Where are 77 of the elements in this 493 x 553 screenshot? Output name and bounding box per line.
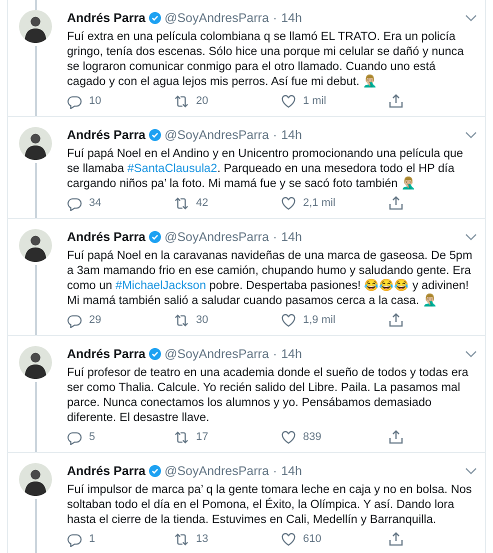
reply-icon[interactable] xyxy=(67,430,82,444)
caret-icon[interactable] xyxy=(465,233,477,241)
timestamp[interactable]: 14h xyxy=(281,128,302,142)
reply-icon[interactable] xyxy=(67,312,82,328)
reply-count: 29 xyxy=(89,314,102,326)
author-handle[interactable]: @SoyAndresParra xyxy=(164,128,269,142)
separator: · xyxy=(272,347,278,361)
author-handle[interactable]: @SoyAndresParra xyxy=(164,230,269,244)
thread-line xyxy=(34,163,36,218)
hashtag-link[interactable]: #SantaClausula2 xyxy=(127,161,218,175)
separator: · xyxy=(272,11,278,25)
like-count: 2,1 mil xyxy=(303,197,336,209)
thread-line xyxy=(34,382,36,452)
timestamp[interactable]: 14h xyxy=(281,11,302,25)
thread-line xyxy=(34,265,36,335)
heart-icon[interactable] xyxy=(281,196,296,210)
retweet-count: 30 xyxy=(196,314,208,326)
heart-icon[interactable] xyxy=(281,532,296,546)
share-icon[interactable] xyxy=(388,93,404,109)
tweet-text: Fuí extra en una película colombiana q se llamó EL TRATO. Era un policía gringo, tenía dos escenas. Sólo hice una porque mi celular se dañó y nunca se lograron comunicar conmigo para el otro llamado. Cuando uno está cagado y con el agua lejos mis perros. Así fue mi debut. 🤦🏼‍♂ xyxy=(67,29,465,89)
caret-icon[interactable] xyxy=(465,14,477,22)
retweet-count: 13 xyxy=(196,533,208,545)
separator: · xyxy=(272,128,278,142)
like-count: 839 xyxy=(303,431,322,443)
retweet-icon[interactable] xyxy=(174,430,189,444)
reply-icon[interactable] xyxy=(67,532,82,546)
retweet-count: 42 xyxy=(196,197,208,209)
author-handle[interactable]: @SoyAndresParra xyxy=(164,347,269,361)
avatar[interactable] xyxy=(19,10,52,43)
heart-icon[interactable] xyxy=(281,94,296,108)
reply-count: 34 xyxy=(89,197,102,209)
like-count: 1 mil xyxy=(303,95,326,107)
author-name[interactable]: Andrés Parra xyxy=(67,230,146,244)
reply-count: 10 xyxy=(89,95,102,107)
separator: · xyxy=(272,230,278,244)
retweet-count: 17 xyxy=(196,431,208,443)
share-icon[interactable] xyxy=(388,531,404,547)
retweet-icon[interactable] xyxy=(174,94,189,108)
caret-icon[interactable] xyxy=(465,131,477,139)
caret-icon[interactable] xyxy=(465,467,477,475)
avatar[interactable] xyxy=(19,229,52,262)
author-name[interactable]: Andrés Parra xyxy=(67,11,146,25)
reply-count: 1 xyxy=(89,533,96,545)
tweet-text: Fuí profesor de teatro en una academia donde el sueño de todos y todas era ser como Thalia. Calcule. Yo recién salido del Libre. Paila. La pasamos mal parce. Nunca conectamos los alumnos y yo. Pensábamos demasiado diferente. El desastre llave. xyxy=(67,365,470,425)
timestamp[interactable]: 14h xyxy=(281,347,302,361)
thread-line xyxy=(34,46,36,116)
separator: · xyxy=(272,464,278,478)
caret-icon[interactable] xyxy=(465,350,477,358)
reply-icon[interactable] xyxy=(67,94,82,108)
timestamp[interactable]: 14h xyxy=(281,230,302,244)
reply-icon[interactable] xyxy=(67,196,82,210)
heart-icon[interactable] xyxy=(281,312,296,328)
retweet-icon[interactable] xyxy=(174,196,189,210)
avatar[interactable] xyxy=(19,463,52,496)
timestamp[interactable]: 14h xyxy=(281,464,302,478)
author-name[interactable]: Andrés Parra xyxy=(67,128,146,142)
author-name[interactable]: Andrés Parra xyxy=(67,347,146,361)
reply-count: 5 xyxy=(89,431,96,443)
author-handle[interactable]: @SoyAndresParra xyxy=(164,464,269,478)
avatar[interactable] xyxy=(19,346,52,379)
avatar[interactable] xyxy=(19,127,52,160)
tweet-text: Fuí impulsor de marca pa’ q la gente tomara leche en caja y no en bolsa. Nos soltaban todo el día en el Pomona, el Éxito, la Olímpica. Y así. Dando lora hasta el cierre de la tienda. Estuvimes en Cali, Medellín y Barranquilla. xyxy=(67,482,473,527)
hashtag-link[interactable]: #MichaelJackson xyxy=(116,278,206,292)
tweet-text: Fuí papá Noel en el Andino y en Unicentro promocionando una película que se llamaba #SantaClausula2. Parqueado en una mesedora todo el HP día cargando niños pa’ la foto. Mi mamá fue y se sacó foto también 🤦🏼‍♂ xyxy=(67,146,464,191)
author-handle[interactable]: @SoyAndresParra xyxy=(164,11,269,25)
share-icon[interactable] xyxy=(388,429,404,445)
retweet-icon[interactable] xyxy=(174,532,189,546)
like-count: 610 xyxy=(303,533,322,545)
tweet-text: Fuí papá Noel en la caravanas navideñas de una marca de gaseosa. De 5pm a 3am mamando frio en ese camión, chupando humo y saludando gente. Era como un #MichaelJackson pobre. Despertaba pasiones! 😂😂😂 y adivinen! Mi mamá también salió a saludar cuando pasamos cerca a la casa. 🤦🏼‍♂ xyxy=(67,248,474,308)
thread-line xyxy=(34,499,36,553)
share-icon[interactable] xyxy=(388,195,404,211)
share-icon[interactable] xyxy=(388,312,404,328)
like-count: 1,9 mil xyxy=(303,314,336,326)
retweet-icon[interactable] xyxy=(174,312,189,328)
retweet-count: 20 xyxy=(196,95,208,107)
author-name[interactable]: Andrés Parra xyxy=(67,464,146,478)
heart-icon[interactable] xyxy=(281,430,296,444)
